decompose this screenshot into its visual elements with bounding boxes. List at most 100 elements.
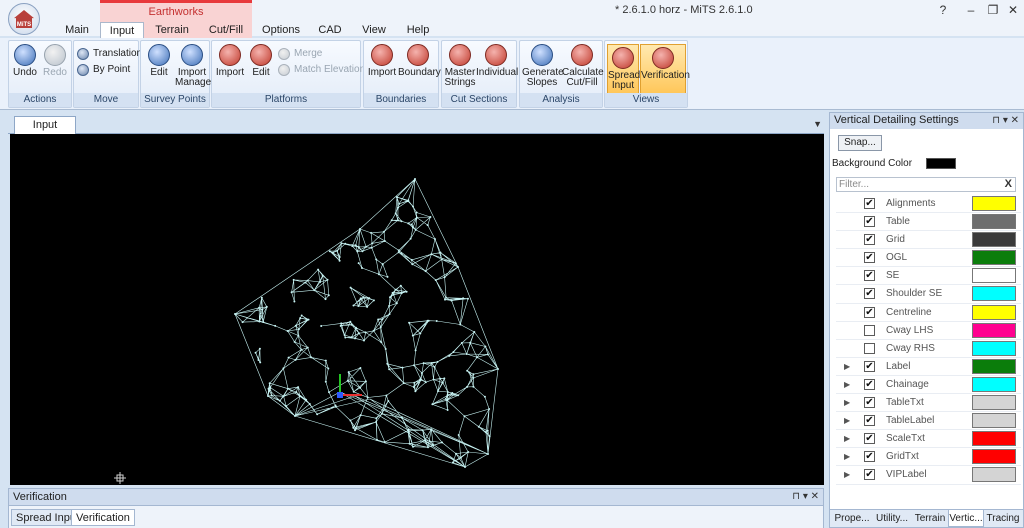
layer-checkbox[interactable] bbox=[864, 324, 875, 336]
translation-button[interactable]: Translation bbox=[77, 47, 142, 61]
layer-color-swatch[interactable] bbox=[972, 286, 1016, 302]
filter-input[interactable]: Filter... X bbox=[836, 177, 1016, 192]
verification-panel-controls[interactable]: ⊓ ▾ ✕ bbox=[792, 489, 819, 505]
tab-properties[interactable]: Prope... bbox=[832, 510, 872, 527]
tab-cutfill[interactable]: Cut/Fill bbox=[200, 22, 252, 38]
layer-row[interactable]: ▶ ✔ Chainage bbox=[836, 376, 1021, 395]
layer-color-swatch[interactable] bbox=[972, 395, 1016, 411]
tab-verification[interactable]: Verification bbox=[71, 509, 135, 526]
layer-row[interactable]: ▶ ✔ ScaleTxt bbox=[836, 430, 1021, 449]
layer-checkbox[interactable]: ✔ bbox=[864, 198, 875, 209]
calculate-cutfill-button[interactable]: Calculate Cut/Fill bbox=[562, 44, 604, 88]
help-button[interactable]: ? bbox=[930, 2, 956, 18]
expand-arrow-icon[interactable]: ▶ bbox=[844, 470, 850, 479]
layer-color-swatch[interactable] bbox=[972, 413, 1016, 429]
spread-input-button[interactable]: Spread Input bbox=[607, 44, 640, 94]
layer-color-swatch[interactable] bbox=[972, 358, 1016, 374]
layer-checkbox[interactable]: ✔ bbox=[864, 469, 875, 481]
layer-row[interactable]: ✔ OGL bbox=[836, 249, 1021, 268]
filter-clear-icon[interactable]: X bbox=[1005, 178, 1012, 191]
expand-arrow-icon[interactable]: ▶ bbox=[844, 434, 850, 443]
tab-input[interactable]: Input bbox=[100, 22, 144, 38]
expand-arrow-icon[interactable]: ▶ bbox=[844, 416, 850, 425]
layer-row[interactable]: ▶ ✔ TableTxt bbox=[836, 394, 1021, 413]
tab-tracing[interactable]: Tracing bbox=[984, 510, 1022, 527]
layer-checkbox[interactable]: ✔ bbox=[864, 270, 875, 282]
layer-row[interactable]: ✔ Alignments bbox=[836, 195, 1021, 214]
expand-arrow-icon[interactable]: ▶ bbox=[844, 380, 850, 389]
redo-button[interactable]: Redo bbox=[41, 44, 69, 78]
layer-row[interactable]: Cway RHS bbox=[836, 340, 1021, 358]
match-elevation-button[interactable]: Match Elevation bbox=[278, 63, 365, 77]
tab-help[interactable]: Help bbox=[398, 22, 438, 38]
background-color-swatch[interactable] bbox=[926, 158, 956, 169]
tab-main[interactable]: Main bbox=[58, 22, 96, 38]
layer-checkbox[interactable]: ✔ bbox=[864, 306, 875, 318]
tab-terrain[interactable]: Terrain bbox=[144, 22, 200, 38]
vertical-detailing-controls[interactable]: ⊓ ▾ ✕ bbox=[992, 113, 1019, 128]
layer-row[interactable]: ▶ ✔ TableLabel bbox=[836, 412, 1021, 431]
layer-checkbox[interactable]: ✔ bbox=[864, 378, 875, 390]
layer-checkbox[interactable]: ✔ bbox=[864, 234, 875, 246]
platform-import-button[interactable]: Import bbox=[215, 44, 245, 78]
layer-color-swatch[interactable] bbox=[972, 268, 1016, 284]
individual-button[interactable]: Individual bbox=[476, 44, 518, 78]
snap-button[interactable]: Snap... bbox=[838, 135, 882, 151]
tab-utility[interactable]: Utility... bbox=[872, 510, 912, 527]
expand-arrow-icon[interactable]: ▶ bbox=[844, 452, 850, 461]
layer-color-swatch[interactable] bbox=[972, 431, 1016, 447]
layer-checkbox[interactable]: ✔ bbox=[864, 397, 875, 409]
layer-checkbox[interactable]: ✔ bbox=[864, 360, 875, 372]
layer-row[interactable]: ▶ ✔ VIPLabel bbox=[836, 466, 1021, 485]
document-tab-input[interactable]: Input bbox=[14, 116, 76, 134]
layer-checkbox[interactable]: ✔ bbox=[864, 415, 875, 427]
pin-icon[interactable]: ⊓ bbox=[992, 115, 1000, 126]
layer-checkbox[interactable]: ✔ bbox=[864, 451, 875, 463]
layer-row[interactable]: ✔ Table bbox=[836, 213, 1021, 232]
pin-icon[interactable]: ⊓ bbox=[792, 491, 800, 502]
expand-arrow-icon[interactable]: ▶ bbox=[844, 398, 850, 407]
undo-button[interactable]: Undo bbox=[11, 44, 39, 78]
document-menu-icon[interactable]: ▼ bbox=[813, 119, 822, 129]
close-button[interactable]: ✕ bbox=[1000, 2, 1024, 18]
tab-view[interactable]: View bbox=[354, 22, 394, 38]
layer-color-swatch[interactable] bbox=[972, 340, 1016, 356]
layer-checkbox[interactable] bbox=[864, 342, 875, 354]
layer-row[interactable]: ✔ SE bbox=[836, 267, 1021, 286]
layer-checkbox[interactable]: ✔ bbox=[864, 252, 875, 264]
layer-checkbox[interactable]: ✔ bbox=[864, 288, 875, 300]
layer-color-swatch[interactable] bbox=[972, 449, 1016, 465]
layer-row[interactable]: Cway LHS bbox=[836, 322, 1021, 340]
survey-edit-button[interactable]: Edit bbox=[145, 44, 173, 78]
layer-row[interactable]: ▶ ✔ Label bbox=[836, 358, 1021, 376]
generate-slopes-button[interactable]: Generate Slopes bbox=[522, 44, 564, 88]
by-point-button[interactable]: By Point bbox=[77, 63, 130, 77]
tab-vertical[interactable]: Vertic... bbox=[948, 510, 984, 527]
layer-color-swatch[interactable] bbox=[972, 376, 1016, 392]
boundary-button[interactable]: Boundary bbox=[398, 44, 441, 78]
terrain-viewport[interactable] bbox=[10, 134, 824, 485]
layer-row[interactable]: ✔ Shoulder SE bbox=[836, 285, 1021, 304]
tab-options[interactable]: Options bbox=[256, 22, 306, 38]
layer-checkbox[interactable]: ✔ bbox=[864, 433, 875, 445]
tab-terrain-panel[interactable]: Terrain bbox=[912, 510, 948, 527]
layer-row[interactable]: ✔ Centreline bbox=[836, 304, 1021, 322]
layer-color-swatch[interactable] bbox=[972, 232, 1016, 248]
import-manage-button[interactable]: Import Manage bbox=[175, 44, 211, 88]
tab-cad[interactable]: CAD bbox=[310, 22, 350, 38]
layer-color-swatch[interactable] bbox=[972, 250, 1016, 266]
verification-view-button[interactable]: Verification bbox=[640, 44, 690, 94]
master-strings-button[interactable]: Master Strings bbox=[444, 44, 476, 88]
layer-color-swatch[interactable] bbox=[972, 322, 1016, 338]
layer-color-swatch[interactable] bbox=[972, 214, 1016, 230]
layer-row[interactable]: ✔ Grid bbox=[836, 231, 1021, 250]
layer-color-swatch[interactable] bbox=[972, 196, 1016, 211]
boundary-import-button[interactable]: Import bbox=[366, 44, 398, 78]
expand-arrow-icon[interactable]: ▶ bbox=[844, 362, 850, 371]
merge-button[interactable]: Merge bbox=[278, 47, 322, 61]
platform-edit-button[interactable]: Edit bbox=[247, 44, 275, 78]
layer-color-swatch[interactable] bbox=[972, 467, 1016, 483]
layer-color-swatch[interactable] bbox=[972, 304, 1016, 320]
layer-row[interactable]: ▶ ✔ GridTxt bbox=[836, 448, 1021, 467]
layer-checkbox[interactable]: ✔ bbox=[864, 216, 875, 228]
